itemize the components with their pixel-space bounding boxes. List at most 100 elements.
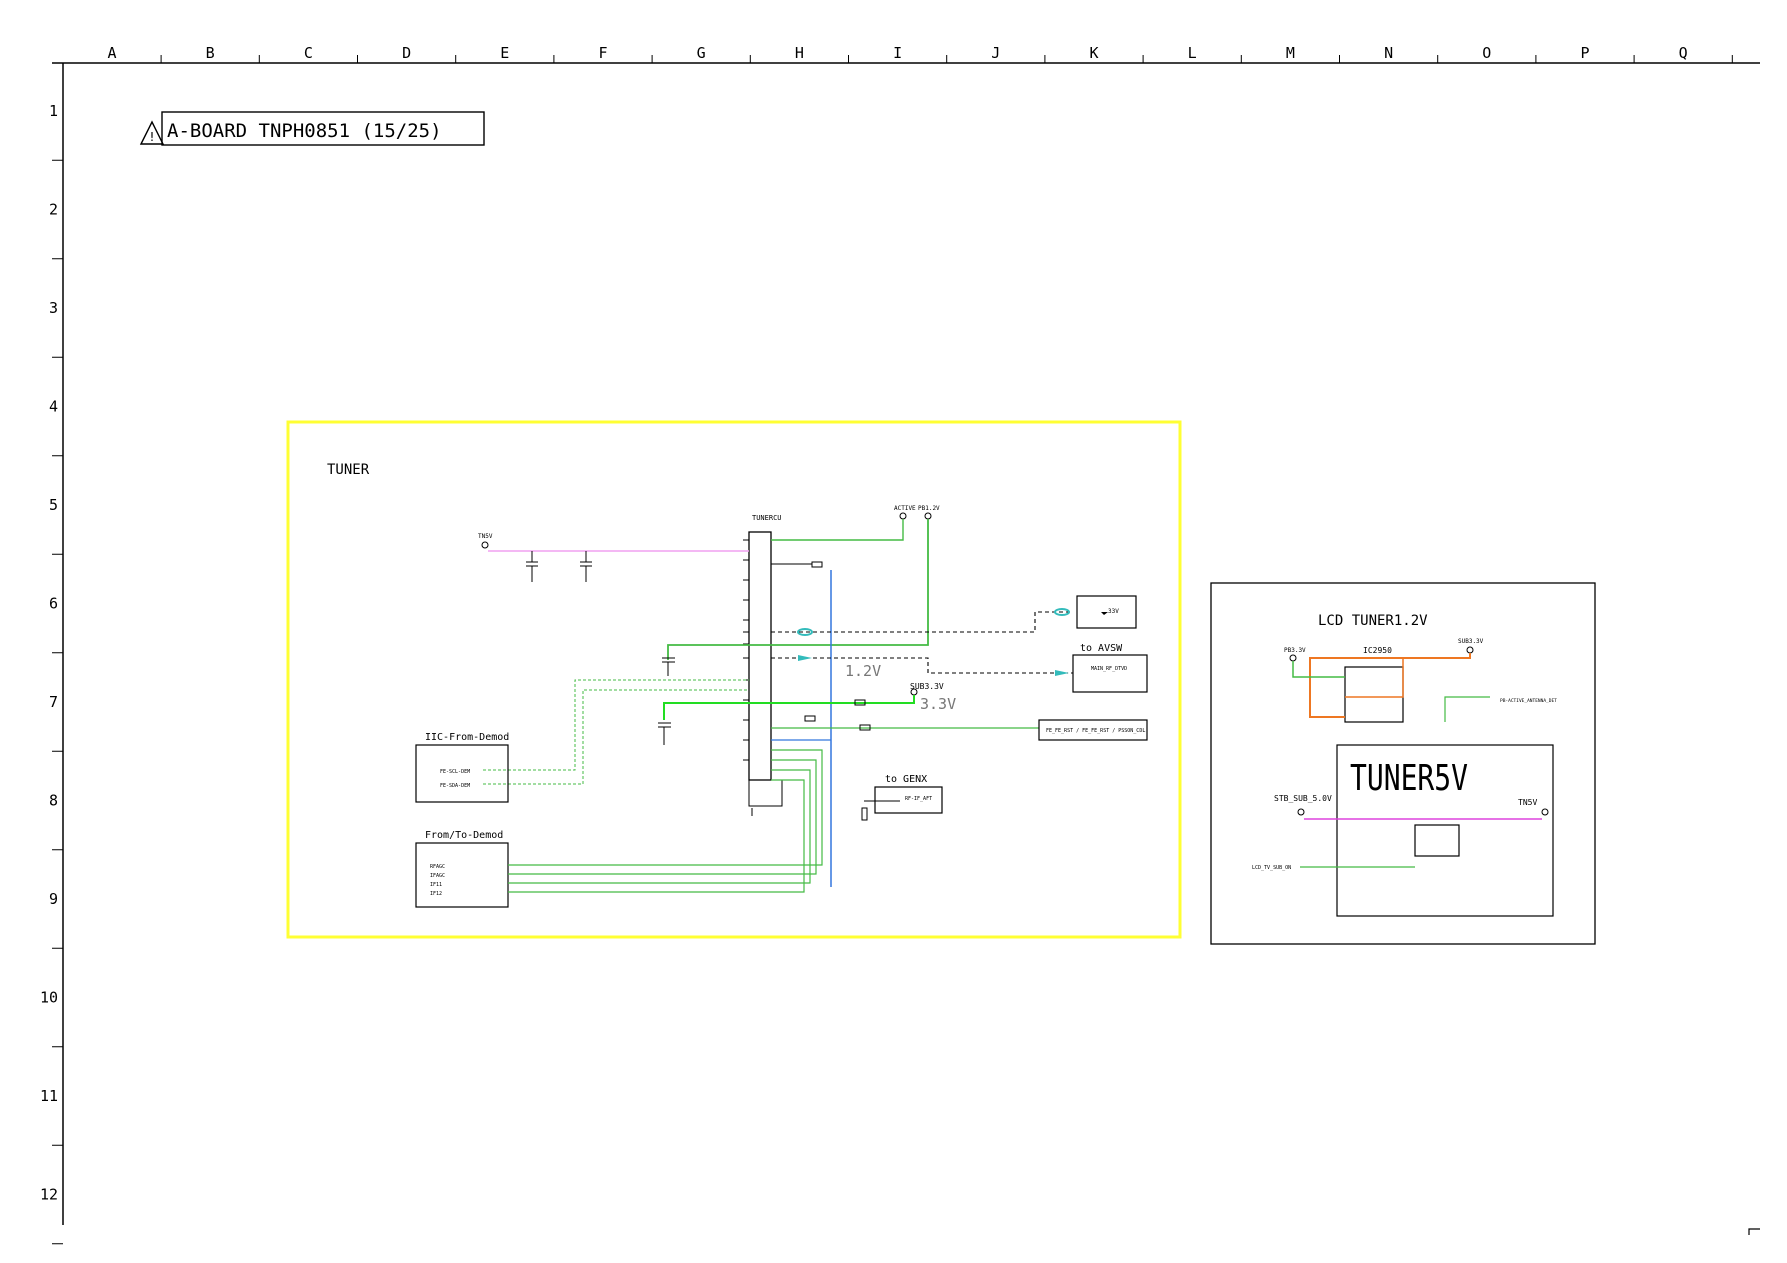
active-label: ACTIVE xyxy=(894,505,916,512)
column-label-J: J xyxy=(991,44,1000,62)
fe-reset-text: FE_FE_RST / FE_FE_RST / PSSON_CDL xyxy=(1046,728,1145,734)
row-label-6: 6 xyxy=(49,595,58,613)
active-line xyxy=(771,519,904,541)
column-label-O: O xyxy=(1482,44,1491,62)
pb12-label: PB1.2V xyxy=(918,505,940,512)
tuner-block: TUNER TUNERCU TN5V ACTIVE PB1.2V 33V to … xyxy=(286,420,1182,939)
column-label-N: N xyxy=(1384,44,1393,62)
column-label-A: A xyxy=(107,44,116,62)
column-label-L: L xyxy=(1188,44,1197,62)
column-label-K: K xyxy=(1089,44,1098,62)
ic2950-body xyxy=(1344,666,1404,723)
lcd-pb33-label: PB3.3V xyxy=(1284,647,1306,654)
orange-line-2 xyxy=(1345,658,1404,698)
tuner-ic-pins xyxy=(743,539,749,761)
row-label-10: 10 xyxy=(40,989,58,1007)
to-genx-label: to GENX xyxy=(885,774,927,785)
tuner-ic-bottom-box xyxy=(748,779,783,807)
sub33-label: SUB3.3V xyxy=(910,682,944,691)
row-label-9: 9 xyxy=(49,890,58,908)
i2c-sda-line xyxy=(483,689,749,785)
active-terminal xyxy=(899,512,907,520)
i2c-scl-line xyxy=(483,679,749,771)
schematic-sheet: ABCDEFGHIJKLMNOPQ 123456789101112 ! A-BO… xyxy=(40,44,1760,1245)
row-label-8: 8 xyxy=(49,792,58,810)
warning-triangle-icon: ! xyxy=(139,120,165,145)
teal-arrow-1 xyxy=(798,655,812,661)
lcd-pb33-terminal xyxy=(1289,654,1297,662)
column-label-P: P xyxy=(1580,44,1589,62)
demod-signal-ifagc: IFAGC xyxy=(430,873,445,879)
pb12-terminal xyxy=(924,512,932,520)
ref-33v-text: 33V xyxy=(1108,608,1119,615)
lcd-sub33-label: SUB3.3V xyxy=(1458,638,1484,645)
column-label-D: D xyxy=(402,44,411,62)
row-label-1: 1 xyxy=(49,102,58,120)
tuner-ic xyxy=(748,531,772,781)
green-line-ant xyxy=(1444,696,1490,722)
capacitor-c5903 xyxy=(526,551,592,582)
pb12-line xyxy=(771,519,929,646)
avsw-box xyxy=(1072,654,1148,693)
voltage-1v2-label: 1.2V xyxy=(845,662,881,680)
stb-label: STB_SUB_5.0V xyxy=(1274,794,1332,803)
tnv5-label: TN5V xyxy=(478,533,493,540)
column-labels: A B C D E F G H I J K L M N O P Q xyxy=(107,44,1733,63)
stb-terminal xyxy=(1297,808,1305,816)
to-avsw-label: to AVSW xyxy=(1080,643,1123,654)
demod-signal-if12: IF12 xyxy=(430,891,442,897)
column-label-I: I xyxy=(893,44,902,62)
column-label-G: G xyxy=(697,44,706,62)
demod-signal-rfagc: RFAGC xyxy=(430,864,445,870)
ref-33v-arrow xyxy=(1101,612,1108,615)
tn5v-label: TN5V xyxy=(1518,798,1537,807)
i2c-signal-sda: FE-SDA-DEM xyxy=(440,783,470,789)
resistor-r5901 xyxy=(811,561,823,568)
tn5v-terminal xyxy=(1541,808,1549,816)
ic2951-body xyxy=(1414,824,1460,857)
row-label-3: 3 xyxy=(49,299,58,317)
resistor-r5916 xyxy=(861,807,868,821)
capacitor-c5920 xyxy=(658,722,671,745)
corner-mark xyxy=(1748,1228,1760,1235)
title-text: A-BOARD TNPH0851 (15/25) xyxy=(167,120,442,142)
demod-bus-lines xyxy=(508,749,823,893)
tnv5-terminal xyxy=(481,541,489,549)
active-ant-label: PB-ACTIVE_ANTENNA_DET xyxy=(1500,698,1557,704)
row-label-2: 2 xyxy=(49,201,58,219)
column-label-F: F xyxy=(598,44,607,62)
tuner-block-label: TUNER xyxy=(327,462,370,478)
resistor-r5927 xyxy=(804,715,816,722)
lcd-tuner-title: LCD TUNER1.2V xyxy=(1318,613,1428,629)
sub33-line xyxy=(663,695,915,720)
row-label-12: 12 xyxy=(40,1186,58,1204)
dashed-avsw-line xyxy=(771,657,1073,674)
lcd-sig-label: LCD_TV_SUB_ON xyxy=(1252,865,1291,871)
pb12-cap-line xyxy=(667,644,771,660)
i2c-box-title: IIC-From-Demod xyxy=(425,732,509,743)
lcd-sub33-terminal xyxy=(1466,646,1474,654)
svg-text:!: ! xyxy=(148,130,155,144)
column-label-M: M xyxy=(1286,44,1295,62)
teal-arrow-2 xyxy=(1055,670,1069,676)
row-label-7: 7 xyxy=(49,693,58,711)
row-label-5: 5 xyxy=(49,496,58,514)
column-label-C: C xyxy=(304,44,313,62)
demod-box-title: From/To-Demod xyxy=(425,830,503,841)
i2c-signal-scl: FE-SCL-DEM xyxy=(440,769,470,775)
avsw-signal: MAIN_RF_DTVD xyxy=(1091,666,1127,672)
row-label-4: 4 xyxy=(49,398,58,416)
sheet-title: ! A-BOARD TNPH0851 (15/25) xyxy=(139,111,485,146)
column-label-H: H xyxy=(795,44,804,62)
column-label-E: E xyxy=(500,44,509,62)
dashed-33v-line xyxy=(771,611,1073,633)
capacitor-c5910 xyxy=(662,657,675,676)
tuner5v-title: TUNER5V xyxy=(1350,758,1468,799)
row-label-11: 11 xyxy=(40,1087,58,1105)
column-label-B: B xyxy=(206,44,215,62)
lcd-tuner-block: LCD TUNER1.2V PB3.3V SUB3.3V IC2950 PB-A… xyxy=(1210,582,1596,945)
tuner-ic-part: TUNERCU xyxy=(752,514,782,522)
orange-line-1 xyxy=(1309,653,1471,718)
row-labels: 123456789101112 xyxy=(40,102,63,1245)
genx-signal: RF-IF_AFT xyxy=(905,796,932,802)
